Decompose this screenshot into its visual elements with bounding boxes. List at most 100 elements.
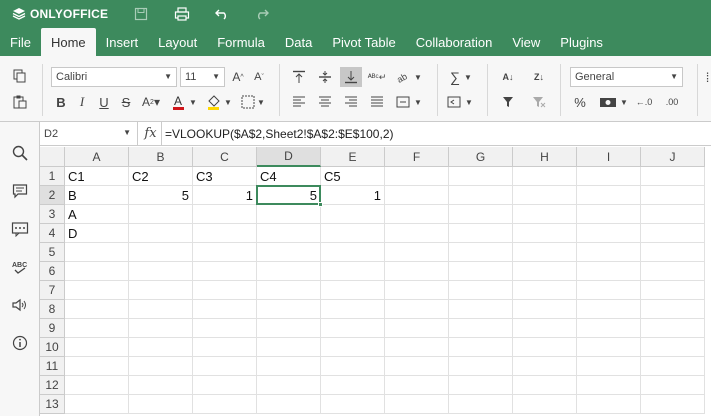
cell-b2[interactable]: 5 [129, 186, 193, 205]
cell-g10[interactable] [449, 338, 513, 357]
cell-i7[interactable] [577, 281, 641, 300]
cell-g1[interactable] [449, 167, 513, 186]
more-icon[interactable]: ⁞ [704, 67, 711, 87]
cell-h12[interactable] [513, 376, 577, 395]
cell-a2[interactable]: B [65, 186, 129, 205]
row-header-9[interactable]: 9 [40, 319, 65, 338]
cell-i9[interactable] [577, 319, 641, 338]
align-bottom-icon[interactable] [340, 67, 362, 87]
cell-b9[interactable] [129, 319, 193, 338]
increase-font-icon[interactable]: A ^ [227, 67, 249, 87]
cell-g12[interactable] [449, 376, 513, 395]
cell-e10[interactable] [321, 338, 385, 357]
cell-j2[interactable] [641, 186, 705, 205]
row-header-10[interactable]: 10 [40, 338, 65, 357]
cell-i11[interactable] [577, 357, 641, 376]
cell-f8[interactable] [385, 300, 449, 319]
tab-collaboration[interactable]: Collaboration [406, 28, 503, 56]
cell-e11[interactable] [321, 357, 385, 376]
align-top-icon[interactable] [288, 67, 310, 87]
text-orientation-icon[interactable]: ab ▼ [395, 67, 425, 87]
number-format-select[interactable]: General ▼ [570, 67, 683, 87]
cell-c3[interactable] [193, 205, 257, 224]
feedback-icon[interactable] [9, 294, 31, 316]
cell-a1[interactable]: C1 [65, 167, 129, 186]
cell-a9[interactable] [65, 319, 129, 338]
cell-i4[interactable] [577, 224, 641, 243]
align-right-icon[interactable] [340, 92, 362, 112]
cell-f13[interactable] [385, 395, 449, 414]
cell-b8[interactable] [129, 300, 193, 319]
column-header-j[interactable]: J [641, 147, 705, 167]
tab-data[interactable]: Data [275, 28, 322, 56]
comments-icon[interactable] [9, 180, 31, 202]
increase-decimal-icon[interactable]: .00 [661, 92, 683, 112]
spreadsheet-grid[interactable]: A B C D E F G H I J 1 C1 C2 C3 C4 C5 2 B 5 1 5 1 3 A 4 D 5 6 7 8 9 10 11… [40, 147, 711, 416]
cell-g13[interactable] [449, 395, 513, 414]
tab-file[interactable]: File [0, 28, 41, 56]
accounting-format-icon[interactable]: ▼ [598, 92, 630, 112]
row-header-13[interactable]: 13 [40, 395, 65, 414]
cell-i2[interactable] [577, 186, 641, 205]
cell-j9[interactable] [641, 319, 705, 338]
cell-c4[interactable] [193, 224, 257, 243]
cell-a6[interactable] [65, 262, 129, 281]
save-icon[interactable] [130, 4, 152, 24]
cell-j5[interactable] [641, 243, 705, 262]
underline-button[interactable]: U [93, 92, 115, 112]
cell-d3[interactable] [257, 205, 321, 224]
cell-g3[interactable] [449, 205, 513, 224]
row-header-3[interactable]: 3 [40, 205, 65, 224]
cell-b1[interactable]: C2 [129, 167, 193, 186]
cell-c13[interactable] [193, 395, 257, 414]
cell-j11[interactable] [641, 357, 705, 376]
cell-c12[interactable] [193, 376, 257, 395]
cell-i10[interactable] [577, 338, 641, 357]
column-header-i[interactable]: I [577, 147, 641, 167]
cell-h11[interactable] [513, 357, 577, 376]
decrease-font-icon[interactable]: Aˇ [248, 67, 270, 87]
cell-a3[interactable]: A [65, 205, 129, 224]
cell-i8[interactable] [577, 300, 641, 319]
cell-h5[interactable] [513, 243, 577, 262]
column-header-b[interactable]: B [129, 147, 193, 167]
search-icon[interactable] [9, 142, 31, 164]
cell-f4[interactable] [385, 224, 449, 243]
cell-c6[interactable] [193, 262, 257, 281]
row-header-1[interactable]: 1 [40, 167, 65, 186]
cell-h6[interactable] [513, 262, 577, 281]
borders-icon[interactable]: ▼ [240, 92, 268, 112]
cell-i12[interactable] [577, 376, 641, 395]
italic-button[interactable]: I [71, 92, 93, 112]
cell-f10[interactable] [385, 338, 449, 357]
cell-c5[interactable] [193, 243, 257, 262]
cell-d1[interactable]: C4 [257, 167, 321, 186]
cell-d9[interactable] [257, 319, 321, 338]
chat-icon[interactable] [9, 218, 31, 240]
row-header-8[interactable]: 8 [40, 300, 65, 319]
spellcheck-icon[interactable]: ABC [9, 256, 31, 278]
align-center-icon[interactable] [314, 92, 336, 112]
align-left-icon[interactable] [288, 92, 310, 112]
cell-b5[interactable] [129, 243, 193, 262]
cell-f6[interactable] [385, 262, 449, 281]
column-header-g[interactable]: G [449, 147, 513, 167]
cell-c1[interactable]: C3 [193, 167, 257, 186]
row-header-11[interactable]: 11 [40, 357, 65, 376]
cell-f2[interactable] [385, 186, 449, 205]
cell-j3[interactable] [641, 205, 705, 224]
sort-ascending-icon[interactable]: A↓ [497, 67, 519, 87]
cell-d7[interactable] [257, 281, 321, 300]
column-header-a[interactable]: A [65, 147, 129, 167]
cell-i3[interactable] [577, 205, 641, 224]
cell-d13[interactable] [257, 395, 321, 414]
cell-e6[interactable] [321, 262, 385, 281]
cell-d5[interactable] [257, 243, 321, 262]
cell-d11[interactable] [257, 357, 321, 376]
cell-c10[interactable] [193, 338, 257, 357]
cell-a10[interactable] [65, 338, 129, 357]
cell-a13[interactable] [65, 395, 129, 414]
row-header-2[interactable]: 2 [40, 186, 65, 205]
cell-h9[interactable] [513, 319, 577, 338]
tab-formula[interactable]: Formula [207, 28, 275, 56]
